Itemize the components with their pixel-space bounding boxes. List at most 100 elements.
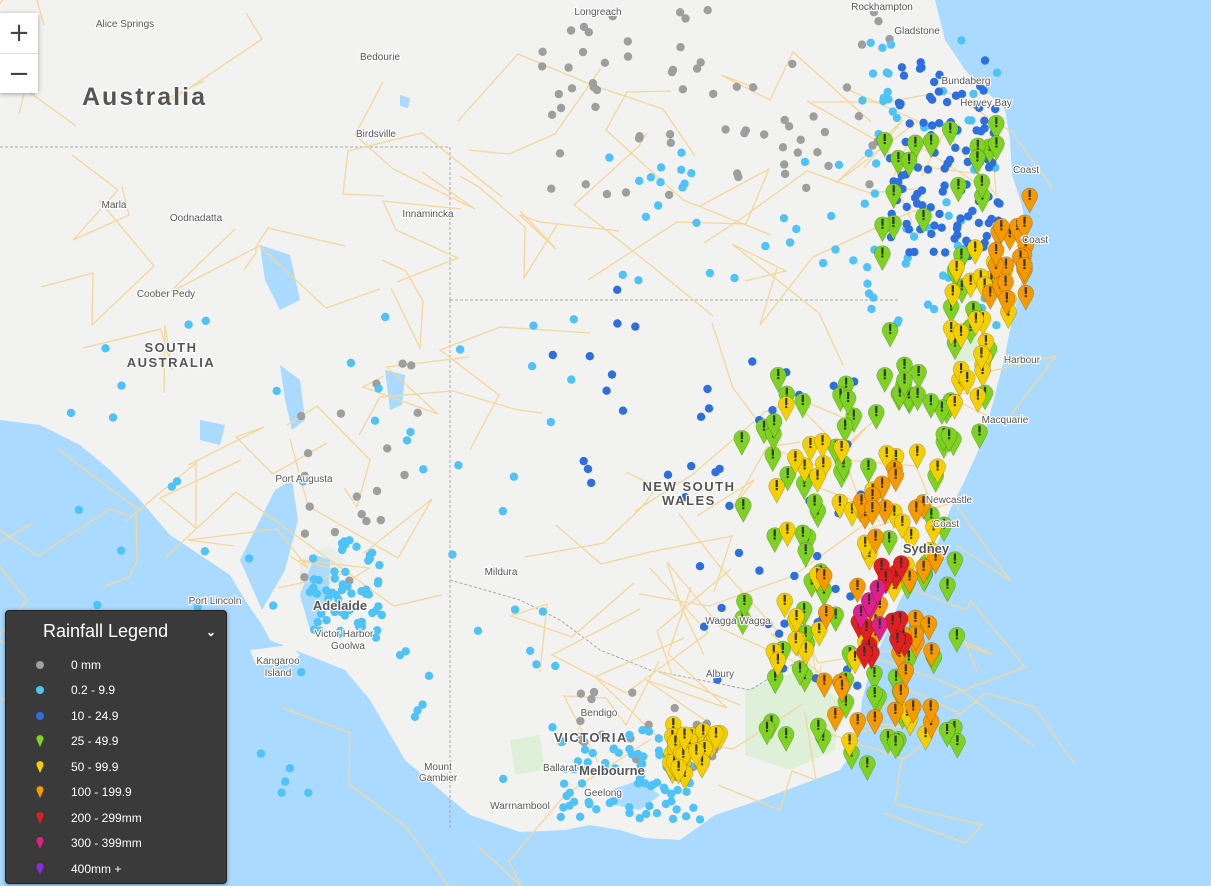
station-dot[interactable]	[556, 103, 566, 113]
station-dot[interactable]	[681, 812, 691, 821]
station-dot[interactable]	[863, 263, 872, 272]
station-dot[interactable]	[910, 247, 919, 257]
station-dot[interactable]	[297, 667, 306, 677]
station-dot[interactable]	[277, 788, 286, 797]
station-dot[interactable]	[587, 694, 596, 704]
station-dot[interactable]	[400, 470, 409, 480]
station-dot[interactable]	[374, 384, 383, 393]
station-dot[interactable]	[870, 189, 880, 198]
station-dot[interactable]	[780, 160, 789, 169]
station-dot[interactable]	[779, 214, 789, 223]
station-dot[interactable]	[402, 436, 412, 445]
station-dot[interactable]	[374, 602, 383, 611]
station-dot[interactable]	[868, 69, 878, 78]
station-dot[interactable]	[824, 161, 833, 171]
station-dot[interactable]	[372, 486, 382, 496]
station-dot[interactable]	[654, 734, 663, 743]
station-dot[interactable]	[863, 279, 872, 288]
station-dot[interactable]	[607, 370, 617, 379]
station-dot[interactable]	[687, 461, 696, 471]
station-dot[interactable]	[937, 223, 946, 232]
station-dot[interactable]	[695, 562, 705, 571]
station-dot[interactable]	[566, 26, 576, 35]
station-dot[interactable]	[532, 660, 541, 669]
station-dot[interactable]	[300, 529, 310, 538]
station-dot[interactable]	[621, 188, 631, 197]
station-dot[interactable]	[245, 554, 254, 563]
station-dot[interactable]	[656, 163, 666, 172]
station-dot[interactable]	[591, 102, 600, 112]
station-dot[interactable]	[930, 77, 939, 87]
station-dot[interactable]	[74, 505, 84, 515]
station-dot[interactable]	[272, 386, 281, 396]
station-dot[interactable]	[892, 113, 902, 123]
station-dot[interactable]	[646, 173, 656, 182]
station-dot[interactable]	[930, 221, 939, 230]
station-dot[interactable]	[600, 58, 610, 67]
station-dot[interactable]	[559, 803, 568, 812]
station-dot[interactable]	[857, 40, 867, 49]
station-dot[interactable]	[709, 89, 718, 99]
station-dot[interactable]	[715, 464, 724, 474]
station-dot[interactable]	[672, 805, 681, 814]
station-dot[interactable]	[373, 626, 382, 635]
station-dot[interactable]	[367, 548, 377, 557]
station-dot[interactable]	[980, 56, 990, 65]
station-dot[interactable]	[172, 477, 182, 486]
station-dot[interactable]	[730, 273, 739, 283]
station-dot[interactable]	[882, 68, 892, 77]
station-dot[interactable]	[909, 232, 919, 241]
station-dot[interactable]	[849, 256, 858, 265]
station-dot[interactable]	[555, 149, 565, 158]
station-dot[interactable]	[305, 502, 314, 511]
station-dot[interactable]	[627, 750, 637, 759]
station-dot[interactable]	[108, 413, 118, 422]
station-dot[interactable]	[980, 116, 989, 126]
station-dot[interactable]	[681, 14, 690, 23]
station-dot[interactable]	[538, 607, 548, 616]
station-dot[interactable]	[184, 320, 193, 329]
station-dot[interactable]	[942, 198, 951, 207]
station-dot[interactable]	[628, 688, 637, 697]
station-dot[interactable]	[813, 551, 822, 561]
station-dot[interactable]	[201, 316, 210, 325]
station-dot[interactable]	[953, 230, 962, 240]
station-dot[interactable]	[957, 36, 966, 45]
station-dot[interactable]	[583, 464, 593, 474]
station-dot[interactable]	[546, 417, 555, 427]
station-dot[interactable]	[778, 143, 788, 152]
station-dot[interactable]	[678, 85, 688, 94]
station-dot[interactable]	[678, 183, 687, 192]
station-dot[interactable]	[934, 87, 944, 96]
station-dot[interactable]	[656, 178, 665, 187]
zoom-out-button[interactable]: −	[0, 53, 38, 93]
station-dot[interactable]	[588, 748, 597, 758]
station-dot[interactable]	[587, 478, 596, 488]
station-dot[interactable]	[308, 585, 317, 594]
station-dot[interactable]	[886, 40, 896, 49]
station-dot[interactable]	[652, 809, 662, 818]
station-dot[interactable]	[860, 199, 869, 208]
station-dot[interactable]	[383, 444, 392, 453]
station-dot[interactable]	[660, 785, 670, 795]
station-dot[interactable]	[902, 219, 911, 229]
station-dot[interactable]	[809, 112, 818, 121]
station-dot[interactable]	[613, 319, 622, 328]
station-dot[interactable]	[717, 603, 726, 613]
station-dot[interactable]	[578, 47, 588, 57]
station-dot[interactable]	[901, 259, 910, 268]
station-dot[interactable]	[793, 148, 802, 157]
station-dot[interactable]	[654, 746, 664, 755]
station-dot[interactable]	[894, 98, 904, 108]
station-dot[interactable]	[854, 112, 864, 121]
station-dot[interactable]	[569, 315, 578, 324]
station-dot[interactable]	[473, 626, 483, 635]
station-dot[interactable]	[755, 566, 764, 575]
station-dot[interactable]	[584, 797, 593, 807]
station-dot[interactable]	[665, 130, 675, 139]
station-dot[interactable]	[605, 153, 614, 162]
station-dot[interactable]	[827, 211, 836, 221]
station-dot[interactable]	[945, 155, 955, 164]
station-dot[interactable]	[609, 744, 619, 753]
station-dot[interactable]	[867, 304, 876, 314]
